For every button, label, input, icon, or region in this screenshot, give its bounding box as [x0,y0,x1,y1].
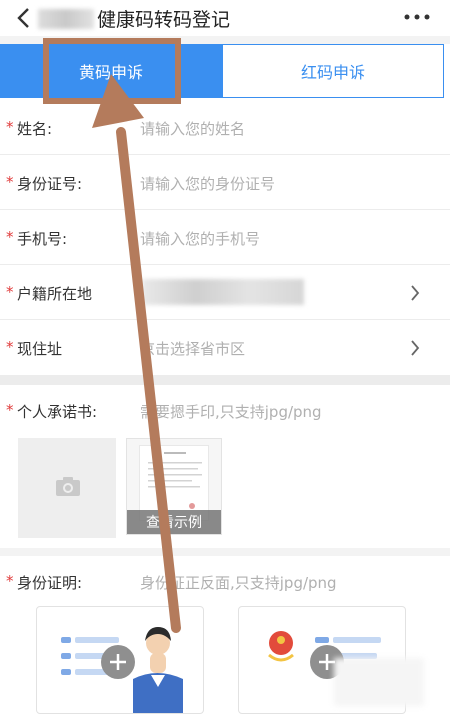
required-mark: * [6,401,14,419]
tab-red-code-appeal[interactable]: 红码申诉 [222,44,444,98]
required-mark: * [6,572,14,590]
view-sample-label[interactable]: 查看示例 [127,510,221,534]
camera-icon [56,477,80,496]
address-row[interactable]: * 现住址 京击选择省市区 [0,320,450,375]
redacted-city-name [38,9,94,29]
chevron-right-icon[interactable] [410,340,420,356]
top-bar: 健康码转码登记 [0,0,450,36]
phone-label: 手机号: [17,230,68,248]
identity-label: 身份证明: [17,574,83,592]
commitment-hint: 需要摁手印,只支持jpg/png [140,403,322,421]
section-divider [0,375,450,385]
identity-hint: 身份证正反面,只支持jpg/png [140,574,337,592]
phone-input[interactable]: 请输入您的手机号 [140,228,260,249]
required-mark: * [6,283,14,301]
chevron-right-icon[interactable] [410,285,420,301]
hukou-value-redacted [142,279,304,305]
id-number-row[interactable]: * 身份证号: 请输入您的身份证号 [0,155,450,210]
name-input[interactable]: 请输入您的姓名 [140,118,245,139]
annotation-highlight-box [43,38,181,104]
registration-form: * 姓名: 请输入您的姓名 * 身份证号: 请输入您的身份证号 * 手机号: 请… [0,100,450,375]
id-card-front-upload[interactable] [36,606,204,714]
hukou-label: 户籍所在地 [17,285,93,303]
required-mark: * [6,118,14,136]
hukou-row[interactable]: * 户籍所在地 [0,265,450,320]
required-mark: * [6,228,14,246]
watermark-blur [334,658,424,706]
required-mark: * [6,173,14,191]
name-row[interactable]: * 姓名: 请输入您的姓名 [0,100,450,155]
phone-row[interactable]: * 手机号: 请输入您的手机号 [0,210,450,265]
id-number-input[interactable]: 请输入您的身份证号 [140,173,275,194]
address-picker[interactable]: 京击选择省市区 [140,338,245,359]
commitment-sample[interactable]: 查看示例 [126,438,222,535]
commitment-label: 个人承诺书: [17,403,98,421]
id-number-label: 身份证号: [17,175,83,193]
required-mark: * [6,338,14,356]
address-label: 现住址 [17,340,63,358]
more-icon[interactable] [404,14,430,20]
commitment-section: * 个人承诺书: 需要摁手印,只支持jpg/png 查看示例 [0,385,450,548]
commitment-upload[interactable] [18,438,116,538]
plus-icon[interactable] [101,645,135,679]
name-label: 姓名: [17,120,53,138]
page-title: 健康码转码登记 [97,9,231,31]
back-icon[interactable] [14,7,34,29]
